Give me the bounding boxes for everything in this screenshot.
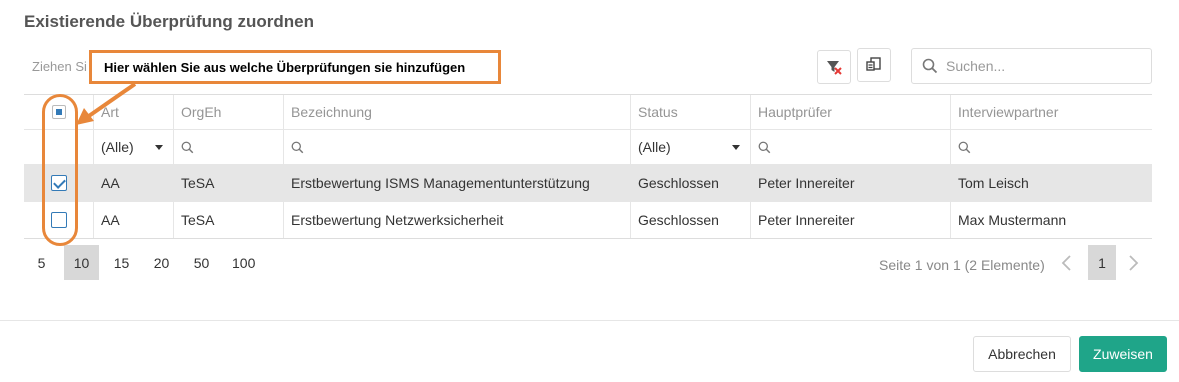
column-header-art[interactable]: Art bbox=[94, 95, 174, 129]
filter-status[interactable]: (Alle) bbox=[631, 130, 751, 164]
column-chooser-button[interactable] bbox=[857, 48, 891, 82]
table-row[interactable]: AA TeSA Erstbewertung ISMS Managementunt… bbox=[24, 165, 1152, 202]
page-size-50[interactable]: 50 bbox=[184, 245, 219, 280]
current-page-button[interactable]: 1 bbox=[1088, 245, 1116, 280]
filter-interviewpartner[interactable] bbox=[951, 130, 1152, 164]
header-row: Art OrgEh Bezeichnung Status Hauptprüfer… bbox=[24, 95, 1152, 130]
cell-orgeh: TeSA bbox=[174, 202, 284, 238]
annotation-text: Hier wählen Sie aus welche Überprüfungen… bbox=[104, 59, 466, 75]
filter-row: (Alle) (Alle) bbox=[24, 130, 1152, 165]
prev-page-button[interactable] bbox=[1052, 245, 1080, 280]
column-header-interviewpartner[interactable]: Interviewpartner bbox=[951, 95, 1152, 129]
search-icon bbox=[181, 141, 194, 153]
page-size-100[interactable]: 100 bbox=[224, 245, 263, 280]
column-header-hauptpruefer[interactable]: Hauptprüfer bbox=[751, 95, 951, 129]
table-row[interactable]: AA TeSA Erstbewertung Netzwerksicherheit… bbox=[24, 202, 1152, 238]
column-header-orgeh[interactable]: OrgEh bbox=[174, 95, 284, 129]
cell-bezeichnung: Erstbewertung ISMS Managementunterstützu… bbox=[284, 165, 631, 201]
chevron-right-icon bbox=[1129, 254, 1139, 271]
cell-hauptpruefer: Peter Innereiter bbox=[751, 165, 951, 201]
dialog-title: Existierende Überprüfung zuordnen bbox=[24, 12, 314, 31]
search-icon bbox=[922, 58, 938, 74]
cell-orgeh: TeSA bbox=[174, 165, 284, 201]
annotation-highlight bbox=[42, 94, 78, 246]
cell-art: AA bbox=[94, 202, 174, 238]
page-size-selector: 5 10 15 20 50 100 bbox=[24, 245, 268, 280]
search-icon bbox=[958, 141, 971, 153]
pager-info: Seite 1 von 1 (2 Elemente) bbox=[879, 257, 1045, 273]
search-icon bbox=[291, 141, 304, 153]
review-grid: Art OrgEh Bezeichnung Status Hauptprüfer… bbox=[24, 94, 1152, 239]
filter-hauptpruefer[interactable] bbox=[751, 130, 951, 164]
drag-hint: Ziehen Si bbox=[32, 59, 87, 74]
filter-status-value: (Alle) bbox=[638, 139, 671, 155]
filter-art-value: (Alle) bbox=[101, 139, 134, 155]
column-chooser-icon bbox=[866, 57, 881, 71]
next-page-button[interactable] bbox=[1120, 245, 1148, 280]
dropdown-caret-icon bbox=[155, 144, 163, 150]
dropdown-caret-icon bbox=[732, 144, 740, 150]
cell-art: AA bbox=[94, 165, 174, 201]
column-header-bezeichnung[interactable]: Bezeichnung bbox=[284, 95, 631, 129]
chevron-left-icon bbox=[1061, 254, 1071, 271]
cell-status: Geschlossen bbox=[631, 165, 751, 201]
page-size-10[interactable]: 10 bbox=[64, 245, 99, 280]
cell-bezeichnung: Erstbewertung Netzwerksicherheit bbox=[284, 202, 631, 238]
footer-divider bbox=[0, 320, 1179, 321]
page-size-20[interactable]: 20 bbox=[144, 245, 179, 280]
column-header-status[interactable]: Status bbox=[631, 95, 751, 129]
cell-interviewpartner: Tom Leisch bbox=[958, 175, 1029, 191]
annotation-callout: Hier wählen Sie aus welche Überprüfungen… bbox=[89, 50, 501, 84]
assign-button[interactable]: Zuweisen bbox=[1079, 336, 1167, 372]
filter-art[interactable]: (Alle) bbox=[94, 130, 174, 164]
search-icon bbox=[758, 141, 771, 153]
cell-hauptpruefer: Peter Innereiter bbox=[751, 202, 951, 238]
filter-orgeh[interactable] bbox=[174, 130, 284, 164]
clear-filter-icon bbox=[827, 61, 842, 75]
cancel-button[interactable]: Abbrechen bbox=[973, 336, 1071, 372]
clear-filter-button[interactable] bbox=[817, 50, 851, 84]
page-size-15[interactable]: 15 bbox=[104, 245, 139, 280]
page-size-5[interactable]: 5 bbox=[24, 245, 59, 280]
search-box[interactable] bbox=[911, 48, 1152, 84]
cell-status: Geschlossen bbox=[631, 202, 751, 238]
filter-bezeichnung[interactable] bbox=[284, 130, 631, 164]
search-input[interactable] bbox=[946, 58, 1136, 74]
cell-interviewpartner: Max Mustermann bbox=[958, 212, 1067, 228]
